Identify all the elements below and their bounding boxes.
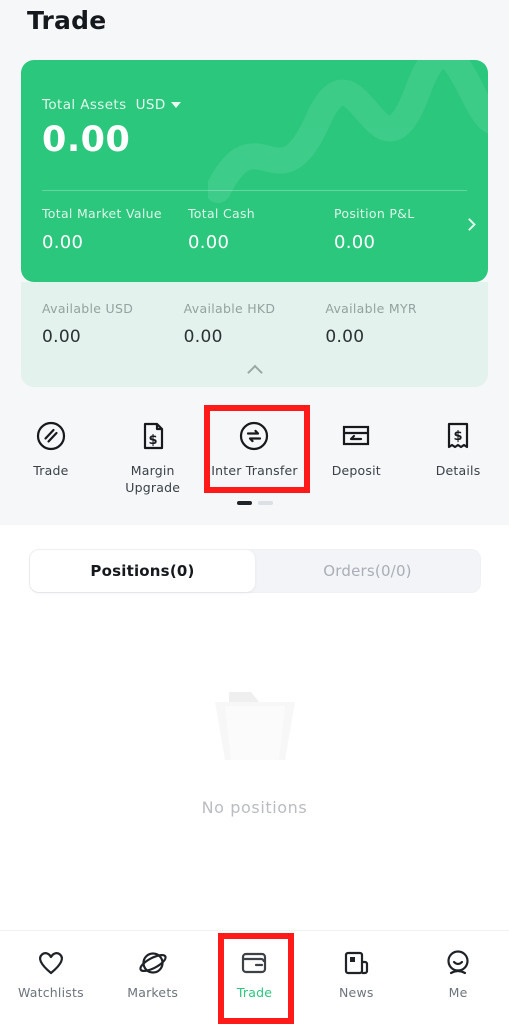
nav-item-trade[interactable]: Trade: [204, 931, 306, 1024]
document-dollar-icon: $: [136, 417, 170, 455]
nav-item-label: Watchlists: [18, 985, 84, 1000]
caret-down-icon: [170, 102, 181, 108]
stat-value: 0.00: [188, 232, 230, 253]
asset-stats-row: Total Market Value 0.00 Total Cash 0.00 …: [42, 206, 467, 253]
currency-selector[interactable]: Total Assets USD: [42, 97, 181, 113]
planet-icon: [138, 943, 168, 977]
available-value: 0.00: [42, 327, 82, 347]
available-label: Available HKD: [183, 301, 276, 316]
total-assets-card[interactable]: Total Assets USD 0.00 Total Market Value…: [21, 60, 488, 282]
nav-item-label: Me: [448, 985, 468, 1000]
available-balances-panel: Available USD 0.00 Available HKD 0.00 Av…: [21, 282, 488, 387]
nav-item-label: News: [339, 985, 374, 1000]
quick-action-inter-transfer[interactable]: Inter Transfer: [204, 405, 306, 496]
wallet-icon: [239, 943, 269, 977]
collapse-panel-button[interactable]: [246, 364, 263, 381]
page-title: Trade: [27, 6, 107, 35]
tab-orders[interactable]: Orders(0/0): [255, 550, 480, 592]
stat-position-pnl: Position P&L 0.00: [334, 206, 464, 253]
nav-item-label: Markets: [127, 985, 179, 1000]
quick-action-label: Deposit: [331, 463, 381, 478]
person-icon: [443, 943, 473, 977]
available-myr: Available MYR 0.00: [325, 301, 467, 347]
pager-dot-active[interactable]: [236, 501, 252, 505]
nav-item-watchlists[interactable]: Watchlists: [0, 931, 102, 1024]
stat-label: Total Market Value: [42, 206, 162, 221]
stat-total-cash: Total Cash 0.00: [188, 206, 334, 253]
available-usd: Available USD 0.00: [42, 301, 184, 347]
svg-text:$: $: [454, 429, 463, 444]
available-value: 0.00: [325, 327, 365, 347]
available-label: Available USD: [42, 301, 134, 316]
positions-orders-tabs: Positions(0) Orders(0/0): [30, 550, 480, 592]
stat-total-market-value: Total Market Value 0.00: [42, 206, 188, 253]
stat-label: Total Cash: [188, 206, 255, 221]
quick-action-margin-upgrade[interactable]: $ Margin Upgrade: [102, 405, 204, 496]
receipt-dollar-icon: $: [441, 417, 475, 455]
nav-item-me[interactable]: Me: [407, 931, 509, 1024]
transfer-circle-icon: [237, 417, 271, 455]
quick-action-details[interactable]: $ Details: [407, 405, 509, 496]
actions-pager: [0, 501, 509, 505]
stat-label: Position P&L: [334, 206, 415, 221]
bottom-navigation: Watchlists Markets Trade News Me: [0, 930, 509, 1024]
empty-state-message: No positions: [201, 798, 308, 817]
quick-action-label: Details: [435, 463, 481, 478]
card-deposit-icon: [339, 417, 373, 455]
quick-action-label: Trade: [33, 463, 69, 478]
svg-text:$: $: [148, 433, 157, 448]
nav-item-label: Trade: [236, 985, 273, 1000]
tab-positions[interactable]: Positions(0): [30, 550, 255, 592]
available-row: Available USD 0.00 Available HKD 0.00 Av…: [42, 301, 467, 347]
quick-action-label: Inter Transfer: [211, 463, 298, 478]
pager-dot[interactable]: [257, 501, 273, 505]
available-value: 0.00: [183, 327, 223, 347]
quick-actions-row: Trade $ Margin Upgrade Inter Transfer De…: [0, 405, 509, 496]
trade-screen: Trade Total Assets USD 0.00 Total Market…: [0, 0, 509, 1024]
chevron-up-icon: [246, 364, 263, 381]
stat-value: 0.00: [42, 232, 84, 253]
nav-item-markets[interactable]: Markets: [102, 931, 204, 1024]
stat-value: 0.00: [334, 232, 376, 253]
quick-action-trade[interactable]: Trade: [0, 405, 102, 496]
currency-value: USD: [135, 97, 166, 113]
quick-action-label: Margin Upgrade: [125, 463, 181, 495]
available-hkd: Available HKD 0.00: [184, 301, 326, 347]
available-label: Available MYR: [325, 301, 417, 316]
heart-icon: [36, 943, 66, 977]
card-divider: [42, 190, 467, 191]
total-assets-value: 0.00: [42, 120, 131, 160]
empty-state: No positions: [0, 680, 509, 817]
quick-action-deposit[interactable]: Deposit: [305, 405, 407, 496]
trade-circle-icon: [34, 417, 68, 455]
empty-folder-icon: [199, 680, 311, 776]
newspaper-icon: [341, 943, 371, 977]
total-assets-label: Total Assets: [42, 97, 127, 113]
nav-item-news[interactable]: News: [305, 931, 407, 1024]
